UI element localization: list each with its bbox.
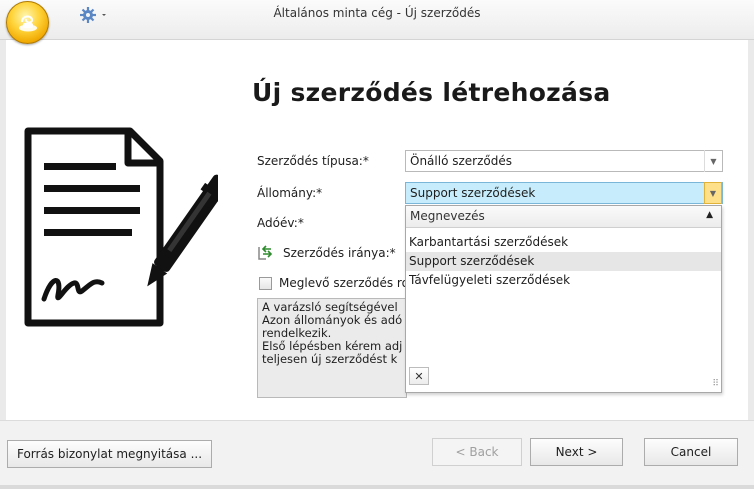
existing-contract-label: Meglevő szerződés ro [279,276,409,290]
resize-grip-icon[interactable]: ⠿ [712,379,719,389]
window-title: Általános minta cég - Új szerződés [273,6,481,20]
stock-label: Állomány:* [257,186,323,200]
wizard-button-bar: Forrás bizonylat megnyitása ... < Back N… [0,420,754,489]
contract-type-label: Szerződés típusa:* [257,154,369,168]
page-title: Új szerződés létrehozása [252,78,611,107]
info-text-box: A varázsló segítségével Azon állományok … [257,298,407,398]
clear-filter-button[interactable]: ✕ [409,367,429,385]
dropdown-list: Karbantartási szerződések Support szerző… [406,233,721,290]
stock-dropdown-button[interactable]: ▼ [704,182,722,204]
sort-ascending-icon: ▲ [706,210,713,220]
column-header-name[interactable]: Megnevezés ▲ [406,206,721,228]
back-button[interactable]: < Back [432,438,522,466]
contract-document-icon [24,127,218,327]
chevron-down-icon: ▼ [710,156,717,166]
next-button[interactable]: Next > [530,438,623,466]
open-source-document-button[interactable]: Forrás bizonylat megnyitása ... [7,440,212,468]
chevron-down-icon: ▼ [709,188,717,198]
tax-year-label: Adóév:* [257,216,304,230]
contract-type-dropdown-button[interactable]: ▼ [704,150,722,172]
info-line: teljesen új szerződést k [262,352,398,366]
app-menu-orb[interactable] [6,1,49,44]
existing-contract-checkbox[interactable] [259,277,272,290]
direction-label: Szerződés iránya:* [283,246,396,260]
stock-select[interactable]: Support szerződések [405,182,723,204]
list-item[interactable]: Távfelügyeleti szerződések [406,271,721,290]
list-item[interactable]: Karbantartási szerződések [406,233,721,252]
column-header-label: Megnevezés [410,209,485,223]
contract-type-select[interactable]: Önálló szerződés [405,150,723,172]
cancel-button[interactable]: Cancel [644,438,738,466]
list-item-selected[interactable]: Support szerződések [406,252,721,271]
title-bar: Általános minta cég - Új szerződés [0,0,754,44]
direction-arrows-icon [258,245,273,260]
window-bottom-border [0,485,754,489]
app-logo-icon [19,15,37,32]
stock-dropdown-popup: Megnevezés ▲ Karbantartási szerződések S… [405,205,722,393]
clear-icon: ✕ [414,369,424,383]
